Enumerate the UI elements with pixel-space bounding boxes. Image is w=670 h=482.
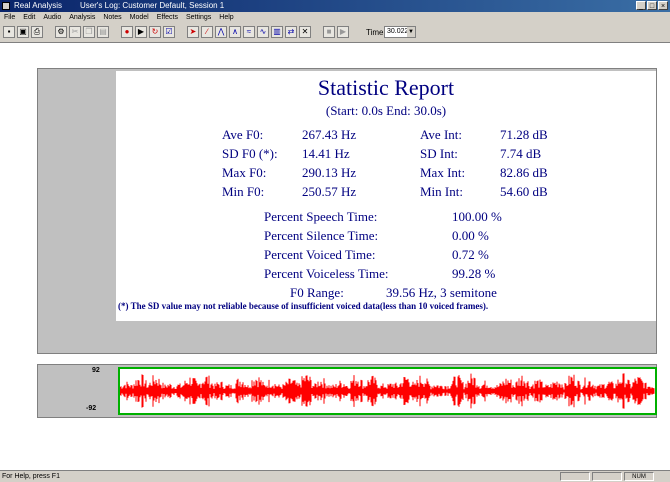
close-button[interactable]: × xyxy=(658,1,668,10)
menu-analysis[interactable]: Analysis xyxy=(65,12,99,23)
menu-edit[interactable]: Edit xyxy=(19,12,39,23)
silence-time-value: 0.00 % xyxy=(452,228,489,243)
min-f0-value: 250.57 Hz xyxy=(302,184,357,199)
menu-notes[interactable]: Notes xyxy=(99,12,125,23)
maximize-button[interactable]: □ xyxy=(647,1,657,10)
waveform-svg xyxy=(120,373,655,409)
wave-icon[interactable]: ∿ xyxy=(257,26,269,38)
voiceless-time-label: Percent Voiceless Time: xyxy=(264,266,389,281)
app-icon xyxy=(2,2,10,10)
ave-int-value: 71.28 dB xyxy=(500,127,548,142)
statistics-panel: Statistic Report (Start: 0.0s End: 30.0s… xyxy=(37,68,657,354)
max-f0-value: 290.13 Hz xyxy=(302,165,357,180)
copy-icon[interactable]: ❐ xyxy=(83,26,95,38)
waveform-trace xyxy=(120,373,655,409)
status-bar: For Help, press F1 NUM xyxy=(0,470,670,482)
speech-time-label: Percent Speech Time: xyxy=(264,209,378,224)
status-help-text: For Help, press F1 xyxy=(2,473,60,480)
wave-max-label: 92 xyxy=(92,367,100,374)
record-icon[interactable]: ● xyxy=(121,26,133,38)
new-icon[interactable]: ▪ xyxy=(3,26,15,38)
silence-time-label: Percent Silence Time: xyxy=(264,228,379,243)
time-value: 30.022 xyxy=(387,28,409,35)
sd-f0-label: SD F0 (*): xyxy=(222,146,278,161)
f0-range-label: F0 Range: xyxy=(290,285,344,300)
report-title: Statistic Report xyxy=(317,75,455,100)
formant-icon[interactable]: ∧ xyxy=(229,26,241,38)
waveform-panel: 92 -92 xyxy=(37,364,657,418)
play-icon[interactable]: ▶ xyxy=(135,26,147,38)
voiced-time-value: 0.72 % xyxy=(452,247,489,262)
f0-range-value: 39.56 Hz, 3 semitone xyxy=(386,285,497,300)
histogram-icon[interactable]: ▥ xyxy=(271,26,283,38)
energy-icon[interactable]: ≈ xyxy=(243,26,255,38)
time-select[interactable]: 30.022 ▼ xyxy=(384,26,416,38)
toolbar: ▪ ▣ ⎙ ⚙ ✂ ❐ ▤ ● ▶ ↻ ☑ ➤ ∕ ⋀ ∧ ≈ ∿ ▥ ⇄ ✕ … xyxy=(0,23,670,43)
menu-model[interactable]: Model xyxy=(126,12,153,23)
session-title: User's Log: Customer Default, Session 1 xyxy=(80,1,225,10)
voiced-time-label: Percent Voiced Time: xyxy=(264,247,376,262)
menu-effects[interactable]: Effects xyxy=(153,12,182,23)
print-icon[interactable]: ⎙ xyxy=(31,26,43,38)
status-num: NUM xyxy=(624,472,654,481)
pitch-icon[interactable]: ➤ xyxy=(187,26,199,38)
max-int-label: Max Int: xyxy=(420,165,466,180)
loop-icon[interactable]: ↻ xyxy=(149,26,161,38)
sd-f0-value: 14.41 Hz xyxy=(302,146,350,161)
min-int-label: Min Int: xyxy=(420,184,463,199)
menu-settings[interactable]: Settings xyxy=(182,12,215,23)
voiceless-time-value: 99.28 % xyxy=(452,266,496,281)
chevron-down-icon[interactable]: ▼ xyxy=(407,27,415,37)
report-range: (Start: 0.0s End: 30.0s) xyxy=(325,103,447,118)
min-f0-label: Min F0: xyxy=(222,184,265,199)
cut-icon[interactable]: ✂ xyxy=(69,26,81,38)
sd-int-value: 7.74 dB xyxy=(500,146,542,161)
ave-int-label: Ave Int: xyxy=(420,127,462,142)
menu-file[interactable]: File xyxy=(0,12,19,23)
wave-min-label: -92 xyxy=(86,405,97,412)
max-f0-label: Max F0: xyxy=(222,165,267,180)
menu-bar: File Edit Audio Analysis Notes Model Eff… xyxy=(0,12,670,23)
status-cell-2 xyxy=(592,472,622,481)
checkbox-icon[interactable]: ☑ xyxy=(163,26,175,38)
stop-icon[interactable]: ■ xyxy=(323,26,335,38)
tools-icon[interactable]: ✕ xyxy=(299,26,311,38)
process-icon[interactable]: ⚙ xyxy=(55,26,67,38)
speech-time-value: 100.00 % xyxy=(452,209,502,224)
time-label: Time xyxy=(366,28,384,37)
minimize-button[interactable]: _ xyxy=(636,1,646,10)
waveform-view[interactable] xyxy=(118,367,657,415)
menu-audio[interactable]: Audio xyxy=(39,12,65,23)
app-name: Real Analysis xyxy=(14,1,63,10)
ave-f0-label: Ave F0: xyxy=(222,127,264,142)
menu-help[interactable]: Help xyxy=(215,12,237,23)
min-int-value: 54.60 dB xyxy=(500,184,548,199)
title-bar: Real Analysis User's Log: Customer Defau… xyxy=(0,0,670,12)
spectrum-icon[interactable]: ⋀ xyxy=(215,26,227,38)
next-icon[interactable]: ▶ xyxy=(337,26,349,38)
save-icon[interactable]: ▣ xyxy=(17,26,29,38)
max-int-value: 82.86 dB xyxy=(500,165,548,180)
statistic-report: Statistic Report (Start: 0.0s End: 30.0s… xyxy=(116,71,656,321)
status-cell-1 xyxy=(560,472,590,481)
contour-icon[interactable]: ∕ xyxy=(201,26,213,38)
ave-f0-value: 267.43 Hz xyxy=(302,127,357,142)
sd-reliability-note: (*) The SD value may not reliable becaus… xyxy=(118,301,489,311)
paste-icon[interactable]: ▤ xyxy=(97,26,109,38)
sd-int-label: SD Int: xyxy=(420,146,458,161)
compare-icon[interactable]: ⇄ xyxy=(285,26,297,38)
